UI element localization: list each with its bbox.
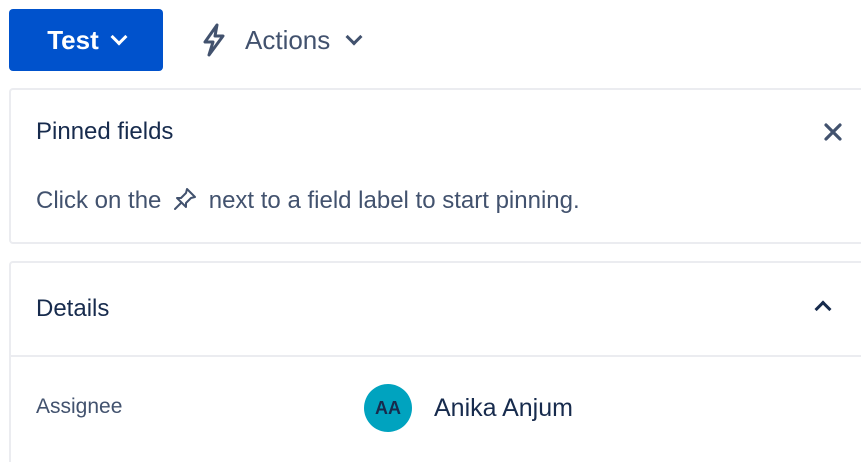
details-panel: Details Assignee AA Anika Anjum — [9, 261, 861, 462]
issue-toolbar: Test Actions — [9, 9, 363, 71]
status-label: Test — [47, 24, 99, 55]
details-title: Details — [36, 295, 110, 322]
details-header[interactable]: Details — [11, 263, 861, 357]
actions-button[interactable]: Actions — [199, 9, 363, 71]
assignee-field[interactable]: AA Anika Anjum — [364, 384, 573, 432]
assignee-name: Anika Anjum — [434, 393, 573, 422]
issue-sidebar: Test Actions Pinned fields Click on the … — [0, 0, 861, 462]
pinned-fields-hint: Click on the next to a field label to st… — [36, 186, 580, 215]
pinned-fields-panel: Pinned fields Click on the next to a fie… — [9, 88, 861, 244]
hint-text-after: next to a field label to start pinning. — [208, 187, 580, 214]
avatar: AA — [364, 384, 412, 432]
chevron-down-icon — [110, 28, 128, 46]
chevron-up-icon[interactable] — [814, 297, 837, 318]
lightning-bolt-icon — [203, 23, 225, 57]
actions-label: Actions — [245, 24, 331, 55]
pin-icon — [174, 188, 197, 210]
chevron-down-icon — [345, 28, 363, 46]
hint-text-before: Click on the — [36, 187, 162, 214]
close-icon[interactable] — [819, 118, 847, 146]
assignee-label: Assignee — [36, 395, 123, 418]
pinned-fields-title: Pinned fields — [36, 118, 174, 145]
status-dropdown-button[interactable]: Test — [9, 9, 163, 71]
